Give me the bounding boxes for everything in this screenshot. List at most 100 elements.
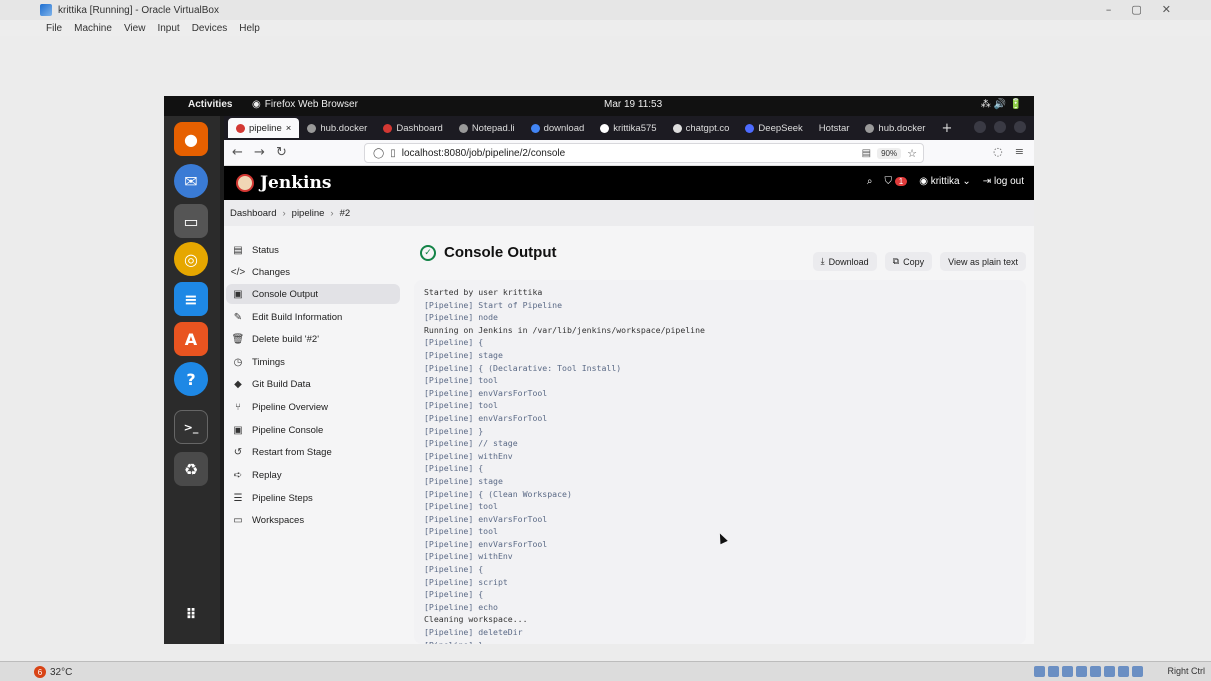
console-line: Started by user krittika (424, 287, 543, 297)
rhythmbox-dock-icon[interactable]: ◎ (174, 242, 208, 276)
tab-label: Dashboard (396, 122, 443, 134)
activities-button[interactable]: Activities (188, 99, 232, 110)
close-button[interactable]: ✕ (1162, 3, 1171, 16)
zoom-level[interactable]: 90% (877, 147, 902, 159)
sidebar-item-status[interactable]: ▤ Status (226, 240, 400, 260)
tab-label: DeepSeek (758, 122, 803, 134)
view-plain-text-button[interactable]: View as plain text (940, 252, 1026, 271)
console-log[interactable]: Started by user krittika [Pipeline] Start… (414, 280, 1026, 644)
console-line: [Pipeline] tool (424, 375, 498, 386)
list-icon: ☰ (233, 492, 243, 504)
shield-icon[interactable]: ◯ (373, 148, 384, 159)
menu-machine[interactable]: Machine (74, 23, 112, 34)
menu-icon[interactable]: ≡ (1015, 145, 1024, 158)
active-app-name: Firefox Web Browser (264, 99, 358, 110)
clock[interactable]: Mar 19 11:53 (604, 99, 662, 110)
tab-deepseek[interactable]: DeepSeek (737, 118, 810, 138)
sidebar-item-pipeline-console[interactable]: ▣ Pipeline Console (226, 420, 400, 440)
software-dock-icon[interactable]: A (174, 322, 208, 356)
bookmark-star-icon[interactable]: ☆ (907, 147, 917, 160)
sidebar-item-restart-from-stage[interactable]: ↺ Restart from Stage (226, 442, 400, 462)
reader-view-icon[interactable]: ▤ (862, 148, 871, 159)
tab-close-icon[interactable]: × (286, 123, 292, 134)
recording-icon[interactable] (1132, 666, 1143, 677)
sidebar-item-workspaces[interactable]: ▭ Workspaces (226, 510, 400, 530)
new-tab-button[interactable]: + (933, 121, 960, 136)
jenkins-logo[interactable]: Jenkins (236, 173, 331, 193)
breadcrumb-dashboard[interactable]: Dashboard (230, 208, 276, 219)
reload-icon[interactable]: ↻ (276, 145, 287, 160)
console-line: [Pipeline] { (424, 564, 484, 575)
tab-github[interactable]: krittika575 (592, 118, 664, 138)
terminal-dock-icon[interactable]: >_ (174, 410, 208, 444)
sidebar-item-delete-build[interactable]: 🗑 Delete build '#2' (226, 329, 400, 349)
tab-hub-docker-2[interactable]: hub.docker (857, 118, 933, 138)
sidebar-item-edit-build[interactable]: ✎ Edit Build Information (226, 307, 400, 327)
sidebar-item-label: Pipeline Console (252, 424, 324, 436)
optical-drive-icon[interactable] (1048, 666, 1059, 677)
pipeline-icon: ⑂ (235, 401, 241, 413)
sidebar-item-replay[interactable]: ➪ Replay (226, 465, 400, 485)
files-dock-icon[interactable]: ▭ (174, 204, 208, 238)
firefox-minimize-button[interactable] (974, 121, 986, 133)
console-line: [Pipeline] { (424, 589, 484, 600)
virtualbox-title: krittika [Running] - Oracle VirtualBox (58, 4, 219, 16)
show-apps-icon[interactable]: ⠿ (174, 598, 208, 632)
storage-icon[interactable] (1034, 666, 1045, 677)
pocket-icon[interactable]: ◌ (993, 145, 1003, 158)
display-icon[interactable] (1118, 666, 1129, 677)
copy-button[interactable]: ⧉ Copy (884, 252, 933, 271)
virtualbox-window: krittika [Running] - Oracle VirtualBox –… (0, 0, 1211, 681)
minimize-button[interactable]: – (1106, 3, 1112, 16)
tab-hotstar[interactable]: Hotstar (811, 118, 858, 138)
firefox-dock-icon[interactable]: ● (174, 122, 208, 156)
active-app-label[interactable]: ◉ Firefox Web Browser (252, 99, 358, 110)
audio-icon[interactable] (1062, 666, 1073, 677)
sidebar-item-label: Git Build Data (252, 378, 311, 390)
search-icon[interactable]: ⌕ (867, 176, 873, 187)
menu-devices[interactable]: Devices (192, 23, 228, 34)
tab-hub-docker[interactable]: hub.docker (299, 118, 375, 138)
system-tray[interactable]: ⁂ 🔊 🔋 (981, 99, 1022, 110)
thunderbird-dock-icon[interactable]: ✉ (174, 164, 208, 198)
forward-icon[interactable]: → (254, 145, 265, 160)
tab-dashboard[interactable]: Dashboard (375, 118, 450, 138)
url-bar[interactable]: ◯ ▯ localhost:8080/job/pipeline/2/consol… (364, 143, 924, 163)
success-check-icon: ✓ (420, 244, 436, 261)
sidebar-item-pipeline-overview[interactable]: ⑂ Pipeline Overview (226, 397, 400, 417)
security-icon[interactable]: ⛉ 1 (884, 176, 908, 187)
sidebar-item-timings[interactable]: ◷ Timings (226, 352, 400, 372)
menu-help[interactable]: Help (239, 23, 260, 34)
user-menu[interactable]: ◉ krittika ⌄ (919, 176, 971, 187)
url-text[interactable]: localhost:8080/job/pipeline/2/console (402, 148, 565, 159)
usb-icon[interactable] (1090, 666, 1101, 677)
tab-pipeline[interactable]: pipeline × (228, 118, 300, 138)
menu-file[interactable]: File (46, 23, 62, 34)
maximize-button[interactable]: ▢ (1131, 3, 1141, 16)
tab-chatgpt[interactable]: chatgpt.co (665, 118, 738, 138)
sidebar-item-pipeline-steps[interactable]: ☰ Pipeline Steps (226, 488, 400, 508)
help-dock-icon[interactable]: ? (174, 362, 208, 396)
logout-link[interactable]: ⇥ log out (983, 176, 1024, 187)
logout-label: log out (993, 176, 1024, 187)
console-line: Running on Jenkins in /var/lib/jenkins/w… (424, 324, 705, 335)
trash-dock-icon[interactable]: ♻ (174, 452, 208, 486)
sidebar-item-git-build-data[interactable]: ◆ Git Build Data (226, 374, 400, 394)
firefox-maximize-button[interactable] (994, 121, 1006, 133)
breadcrumb-pipeline[interactable]: pipeline (292, 208, 325, 219)
writer-dock-icon[interactable]: ≡ (174, 282, 208, 316)
breadcrumb-build[interactable]: #2 (340, 208, 351, 219)
download-button[interactable]: ⤓ Download (812, 252, 877, 271)
trash-icon: 🗑 (231, 333, 245, 345)
back-icon[interactable]: ← (232, 145, 243, 160)
firefox-close-button[interactable] (1014, 121, 1026, 133)
tab-notepad[interactable]: Notepad.li (451, 118, 523, 138)
shared-folder-icon[interactable] (1104, 666, 1115, 677)
weather-widget[interactable]: 6 32°C (34, 666, 72, 678)
sidebar-item-console-output[interactable]: ▣ Console Output (226, 284, 400, 304)
tab-download[interactable]: download (523, 118, 593, 138)
network-icon[interactable] (1076, 666, 1087, 677)
menu-input[interactable]: Input (157, 23, 179, 34)
sidebar-item-changes[interactable]: </> Changes (226, 262, 400, 282)
menu-view[interactable]: View (124, 23, 146, 34)
